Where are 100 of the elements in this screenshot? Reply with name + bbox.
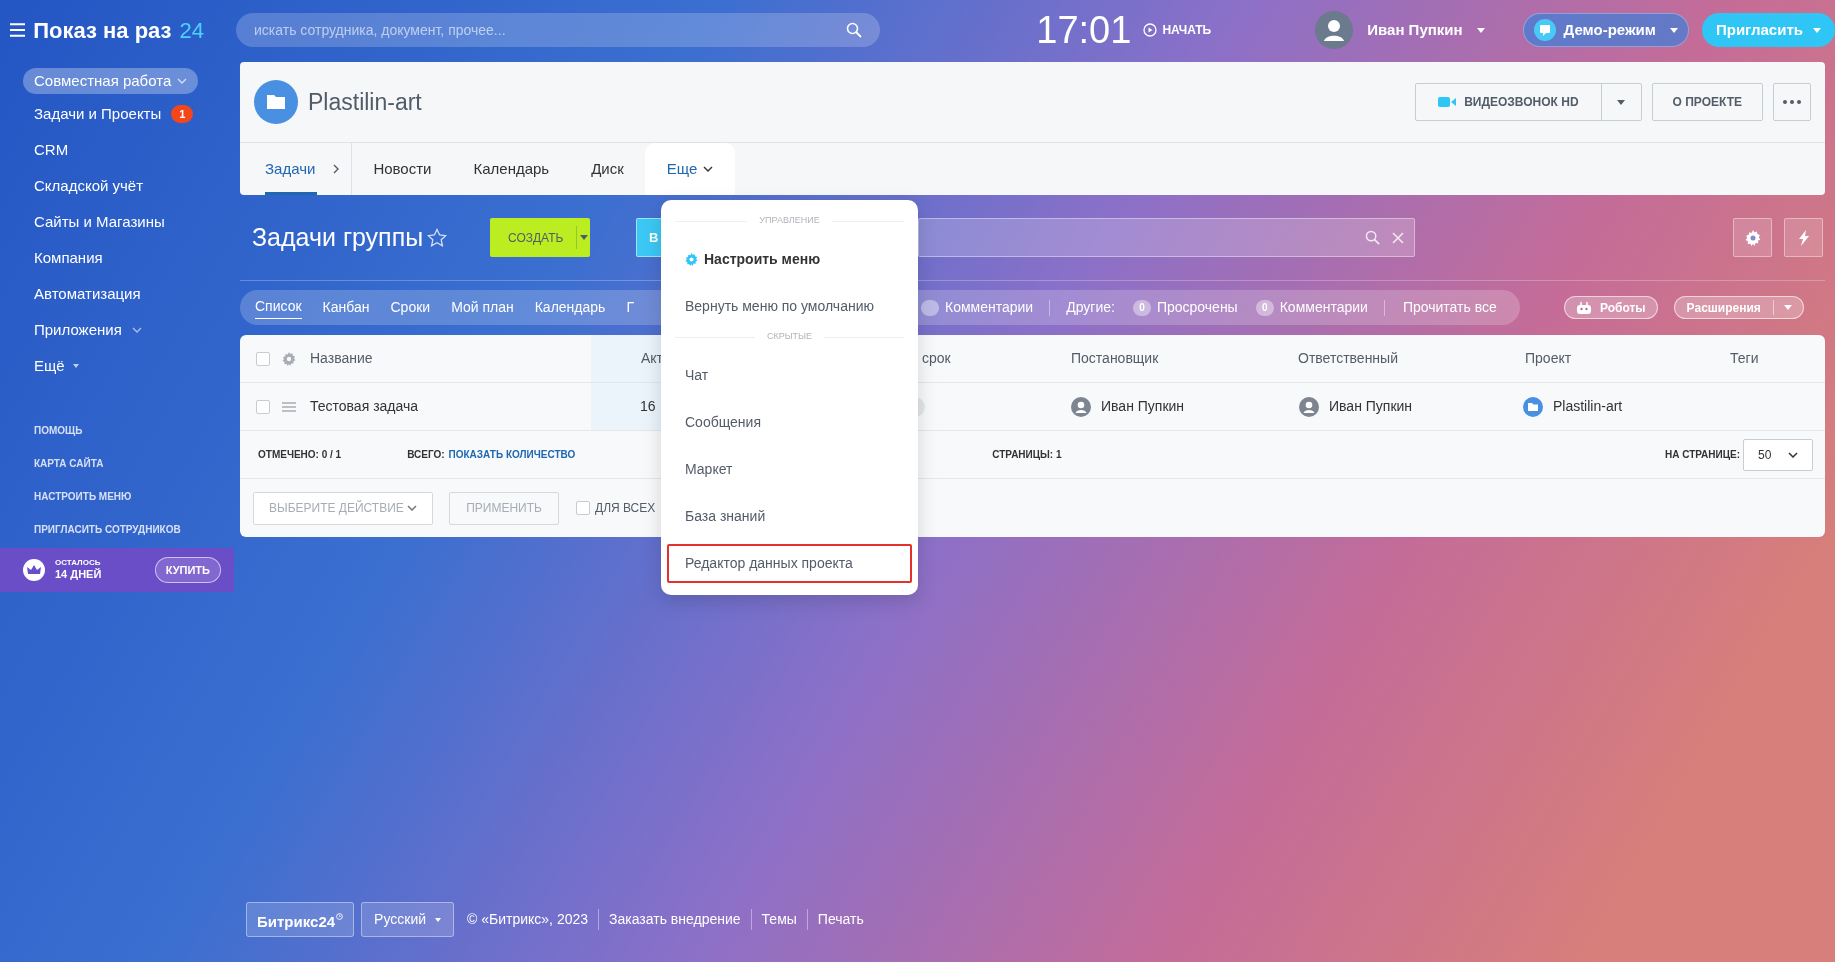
menu-section-title: УПРАВЛЕНИЕ [759,214,820,228]
caret-icon [1813,27,1821,33]
buy-button[interactable]: КУПИТЬ [154,557,221,583]
checkbox[interactable] [256,399,270,414]
checkbox[interactable] [256,351,270,366]
caret-icon [72,364,79,368]
gear-icon [1744,229,1761,246]
person-link[interactable]: Иван Пупкин [1101,396,1185,417]
column-header[interactable]: Акт [641,348,664,369]
filter-search-field[interactable] [918,218,1415,257]
avatar-icon [1071,396,1091,417]
sidebar-item[interactable]: Приложения [0,312,234,348]
bitrix24-logo[interactable]: Битрикс24 [246,902,355,937]
table-cell-text: 16 [640,397,656,416]
checkbox[interactable] [576,501,590,515]
menu-item[interactable]: Сообщения [667,403,912,442]
clock-time: 17:01 [1036,11,1132,49]
sidebar-item[interactable]: Ещё [0,348,234,384]
caret-icon [435,917,442,922]
caret-icon[interactable] [1617,99,1626,105]
counter-label[interactable]: Комментарии [945,297,1034,318]
close-icon[interactable] [1392,231,1404,244]
star-icon[interactable] [427,227,448,248]
view-tab[interactable]: Г [626,297,634,318]
search-icon[interactable] [846,22,863,38]
menu-item[interactable]: Редактор данных проекта [667,544,912,583]
trial-days: 14 ДНЕЙ [55,568,102,582]
menu-item[interactable]: Маркет [667,450,912,489]
create-button[interactable]: СОЗДАТЬ [490,218,590,257]
pages-count: СТРАНИЦЫ: 1 [992,448,1062,462]
column-header[interactable]: Ответственный [1298,348,1398,369]
menu-icon[interactable] [10,23,26,37]
sidebar-link[interactable]: КАРТА САЙТА [0,447,234,480]
folder-icon [254,80,298,124]
view-tab[interactable]: Календарь [534,297,606,318]
task-title-link[interactable]: Тестовая задача [310,396,419,417]
search-icon[interactable] [1365,230,1380,245]
view-tab[interactable]: Сроки [390,297,431,318]
view-tab[interactable]: Канбан [322,297,370,318]
more-button[interactable] [1773,83,1811,121]
play-icon [1143,23,1158,37]
sidebar-item[interactable]: Сайты и Магазины [0,204,234,240]
sidebar-link[interactable]: ПРИГЛАСИТЬ СОТРУДНИКОВ [0,513,234,546]
view-tab[interactable]: Список [255,296,302,319]
footer-link[interactable]: Печать [807,909,874,930]
sidebar-item[interactable]: Задачи и Проекты 1 [0,96,234,132]
tab[interactable]: Еще [644,143,736,195]
footer-link[interactable]: Темы [751,909,808,930]
project-link[interactable]: Plastilin-art [1553,396,1623,417]
caret-icon [579,235,588,240]
about-project-button[interactable]: О ПРОЕКТЕ [1651,83,1763,121]
drag-handle-icon[interactable] [282,401,296,412]
counter-badge [921,299,939,316]
menu-item[interactable]: Чат [667,356,912,395]
caret-icon [1784,305,1793,310]
project-title: Plastilin-art [308,87,422,117]
tab[interactable]: Новости [352,143,453,195]
portal-logo[interactable]: Показ на раз 24 [33,13,204,47]
person-link[interactable]: Иван Пупкин [1329,396,1413,417]
automation-button[interactable] [1784,218,1823,257]
gear-icon[interactable] [282,351,296,366]
checkbox-label[interactable]: ДЛЯ ВСЕХ [595,499,656,517]
tab[interactable]: Диск [570,143,645,195]
show-count-link[interactable]: ПОКАЗАТЬ КОЛИЧЕСТВО [448,447,576,462]
tab[interactable]: Календарь [452,143,571,195]
chevron-icon [1788,451,1798,458]
column-header[interactable]: Теги [1730,348,1759,369]
chevron-icon [177,78,188,84]
section-button[interactable]: Совместная работа [23,68,199,94]
clock-icon [336,913,344,920]
settings-button[interactable] [1733,218,1772,257]
sidebar-link[interactable]: НАСТРОИТЬ МЕНЮ [0,480,234,513]
per-page-select[interactable]: 50 [1743,438,1813,471]
tab[interactable]: Задачи [265,143,316,195]
per-page-label: НА СТРАНИЦЕ: [1664,448,1740,462]
counter-badge: 0 [1255,299,1274,316]
menu-item[interactable]: База знаний [667,497,912,536]
menu-item[interactable]: Вернуть меню по умолчанию [667,287,912,326]
start-button[interactable]: НАЧАТЬ [1143,21,1212,39]
column-header[interactable]: Название [310,348,373,369]
column-header[interactable]: Проект [1525,348,1572,369]
sidebar-link[interactable]: ПОМОЩЬ [0,414,234,447]
column-header[interactable]: Постановщик [1071,348,1159,369]
chevron-icon [131,327,142,333]
user-menu[interactable]: Иван Пупкин [1315,11,1485,49]
footer-link[interactable]: Заказать внедрение [599,909,752,930]
selected-count: ОТМЕЧЕНО: 0 / 1 [258,448,342,462]
avatar-icon [1299,396,1319,417]
demo-mode-button[interactable]: Демо-режим [1522,13,1689,47]
video-call-button[interactable]: ВИДЕОЗВОНОК HD [1415,83,1642,121]
language-select[interactable]: Русский [361,902,455,937]
sidebar-item[interactable]: Складской учёт [0,168,234,204]
view-tab[interactable]: Мой план [451,297,514,318]
caret-icon [1476,27,1485,33]
column-header[interactable]: срок [922,348,951,369]
sidebar-item[interactable]: CRM [0,132,234,168]
sidebar-item[interactable]: Компания [0,240,234,276]
menu-item[interactable]: Настроить меню [667,240,912,279]
caret-icon [1669,27,1678,33]
sidebar-item[interactable]: Автоматизация [0,276,234,312]
